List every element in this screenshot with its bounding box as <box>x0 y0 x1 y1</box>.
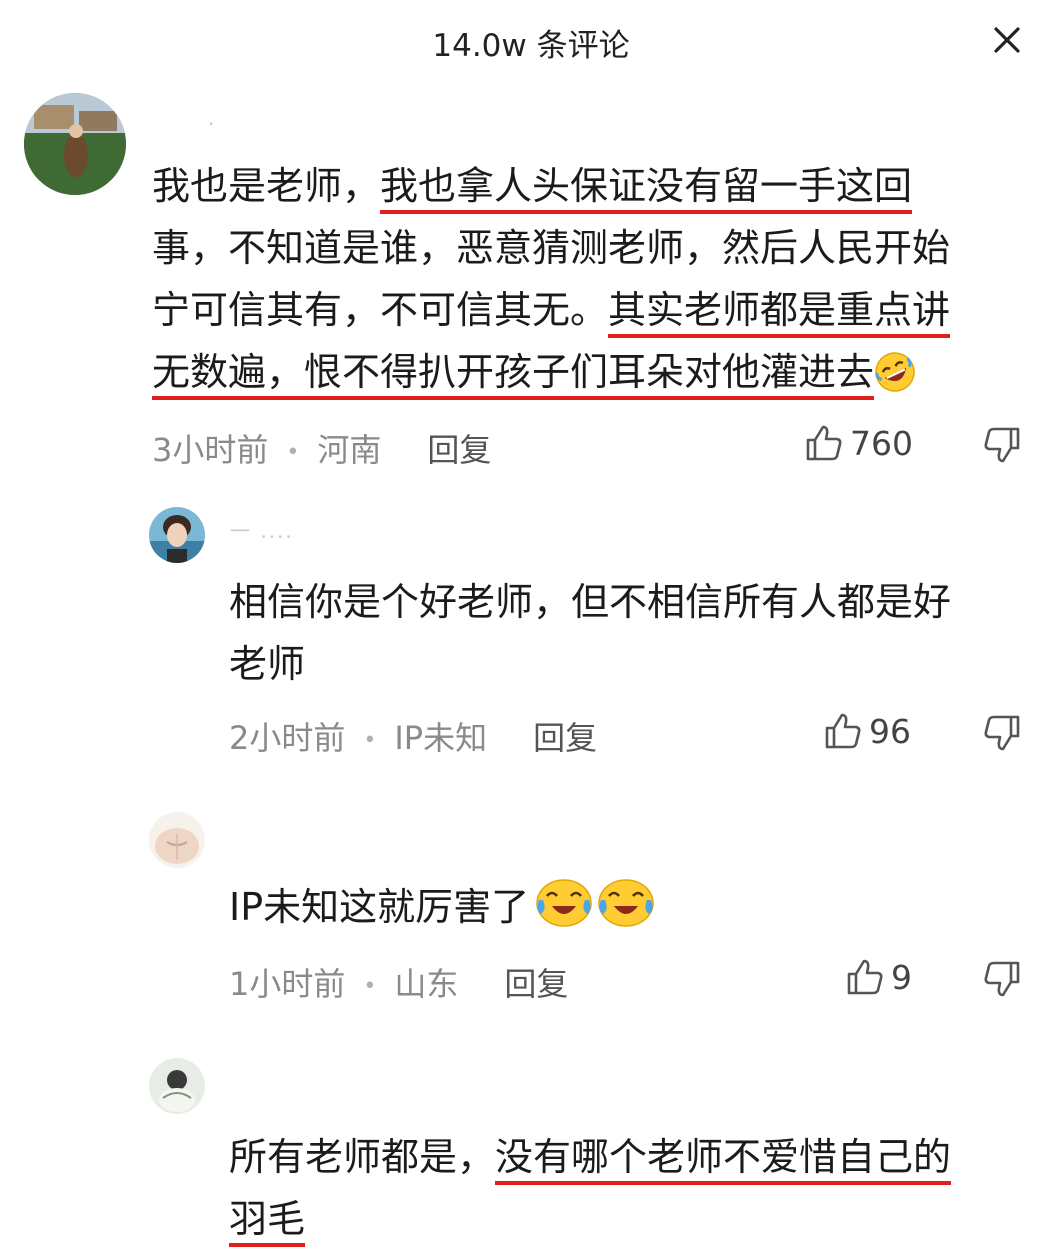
avatar[interactable] <box>149 1058 205 1114</box>
comment-location: IP未知 <box>394 719 488 757</box>
close-icon <box>994 27 1020 53</box>
thumbs-down-icon <box>984 715 1020 751</box>
close-button[interactable] <box>985 18 1029 62</box>
dislike-button[interactable] <box>982 713 1022 757</box>
like-count: 9 <box>891 957 912 997</box>
comments-count-title: 14.0w 条评论 <box>432 28 630 64</box>
like-button[interactable]: 96 <box>823 711 911 751</box>
comment-line: 宁可信其有，不可信其无。其实老师都是重点讲 <box>152 279 951 341</box>
thumbs-up-icon <box>806 425 842 461</box>
reply-button[interactable]: 回复 <box>427 431 491 469</box>
comment-line: 羽毛 <box>229 1188 951 1250</box>
like-button[interactable]: 760 <box>804 423 913 463</box>
comment-username[interactable]: · <box>208 112 216 136</box>
comment-time: 1小时前 <box>229 965 346 1003</box>
rolling-laugh-emoji <box>874 349 916 411</box>
comment-meta: 1小时前 • 山东 回复 <box>229 959 568 1005</box>
thumbs-up-icon <box>825 713 861 749</box>
reply-button[interactable]: 回复 <box>533 719 597 757</box>
comment-text: 所有老师都是，没有哪个老师不爱惜自己的 羽毛 <box>229 1126 952 1250</box>
separator-dot: • <box>363 727 377 753</box>
comment-line: IP未知这就厉害了 <box>229 876 655 946</box>
separator-dot: • <box>363 973 377 999</box>
comment-time: 2小时前 <box>229 719 346 757</box>
comment-location: 山东 <box>394 965 459 1003</box>
comment-text: 相信你是个好老师，但不相信所有人都是好 老师 <box>229 571 951 695</box>
comment-line: 我也是老师，我也拿人头保证没有留一手这回 <box>152 155 950 217</box>
tears-of-joy-emoji <box>535 878 593 946</box>
like-count: 760 <box>850 423 913 463</box>
avatar[interactable] <box>149 507 205 563</box>
thumbs-down-icon <box>984 961 1020 997</box>
comment-meta: 2小时前 • IP未知 回复 <box>229 713 597 759</box>
comment-time: 3小时前 <box>152 431 269 469</box>
tears-of-joy-emoji <box>597 878 655 946</box>
separator-dot: • <box>286 439 300 465</box>
thumbs-up-icon <box>847 959 883 995</box>
avatar[interactable] <box>149 812 205 868</box>
comment-text: 我也是老师，我也拿人头保证没有留一手这回 事，不知道是谁，恶意猜测老师，然后人民… <box>152 155 951 411</box>
comment-line: 老师 <box>229 642 306 686</box>
comment-location: 河南 <box>317 431 382 469</box>
dislike-button[interactable] <box>982 959 1022 1003</box>
comment-text: IP未知这就厉害了 <box>229 876 655 946</box>
comment-line: 相信你是个好老师，但不相信所有人都是好 <box>229 580 952 624</box>
thumbs-down-icon <box>984 427 1020 463</box>
dislike-button[interactable] <box>982 425 1022 469</box>
avatar[interactable] <box>24 93 126 195</box>
like-count: 96 <box>869 711 911 751</box>
comment-meta: 3小时前 • 河南 回复 <box>152 425 491 471</box>
reply-button[interactable]: 回复 <box>504 965 568 1003</box>
like-button[interactable]: 9 <box>845 957 912 997</box>
comment-line: 无数遍，恨不得扒开孩子们耳朵对他灌进去 <box>152 341 950 411</box>
comment-line: 所有老师都是，没有哪个老师不爱惜自己的 <box>229 1126 952 1188</box>
comment-line: 事，不知道是谁，恶意猜测老师，然后人民开始 <box>152 226 951 270</box>
comment-username[interactable]: 一 .... <box>230 515 294 544</box>
